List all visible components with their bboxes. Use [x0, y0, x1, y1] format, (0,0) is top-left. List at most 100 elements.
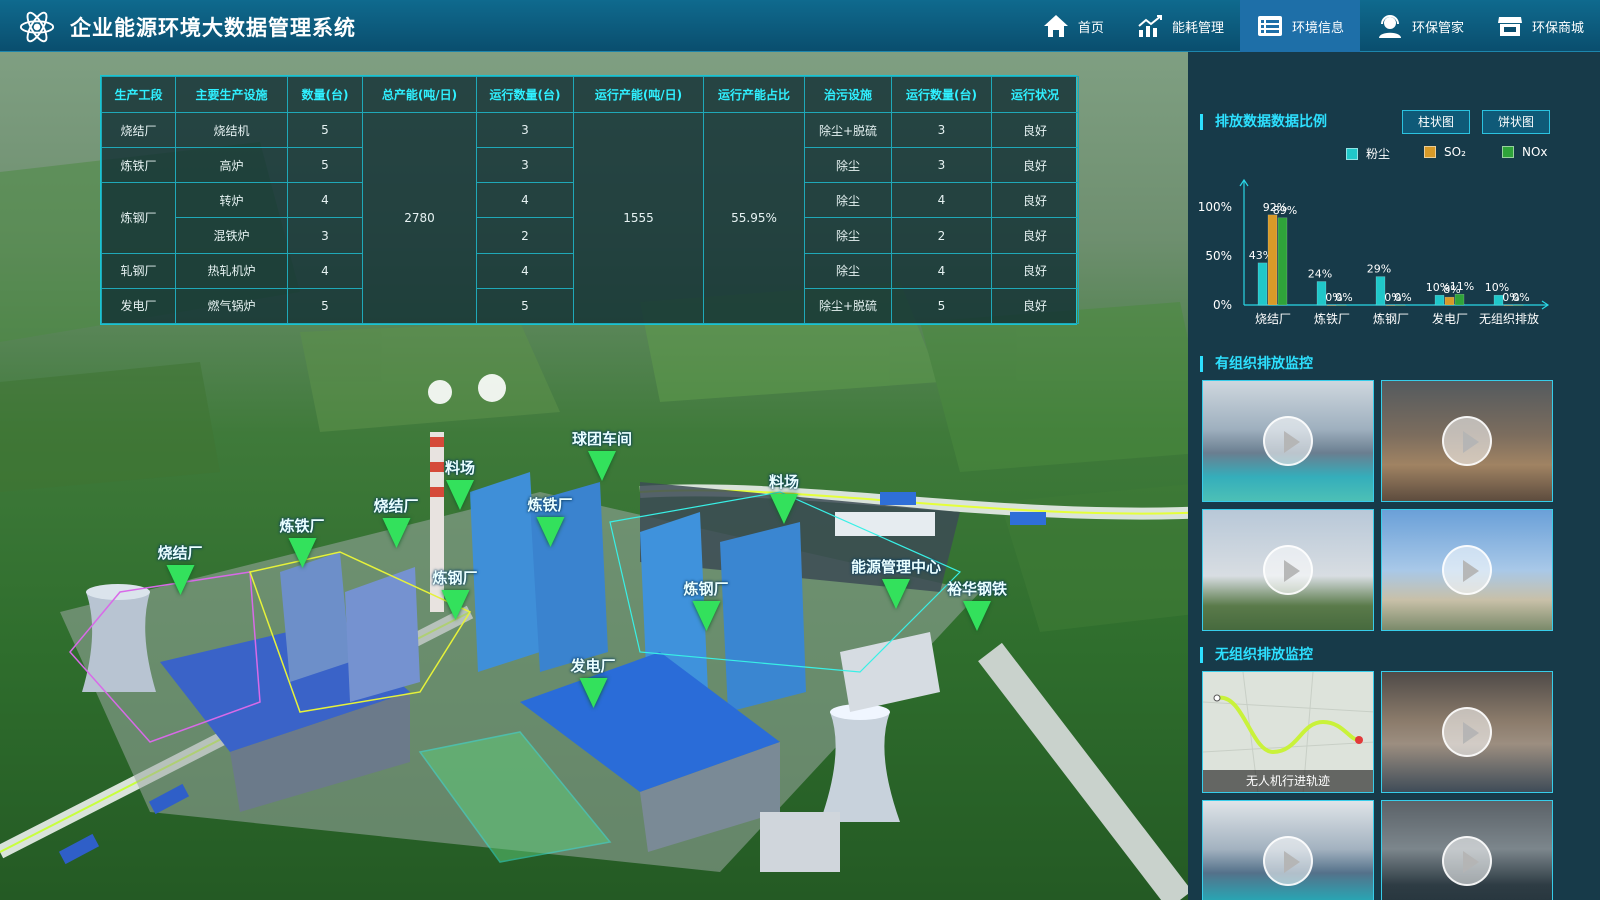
store-icon [1497, 17, 1522, 36]
organized-video-4[interactable] [1381, 509, 1553, 631]
status-cell: 良好 [991, 182, 1079, 219]
location-pin-icon [587, 451, 616, 481]
marker-label: 球团车间 [571, 430, 633, 448]
emission-ratio-title: 排放数据数据比例 [1200, 114, 1327, 130]
app-title: 企业能源环境大数据管理系统 [70, 16, 356, 40]
treat-run-cell: 3 [891, 147, 992, 184]
column-header: 运行数量(台) [891, 76, 992, 113]
play-icon [1263, 545, 1313, 595]
chart-trend-icon [1138, 15, 1162, 37]
nav-steward[interactable]: 环保管家 [1360, 0, 1480, 52]
pie-chart-button[interactable]: 饼状图 [1482, 110, 1550, 134]
play-icon [1263, 416, 1313, 466]
marker-label: 炼铁厂 [527, 496, 573, 514]
organized-video-2[interactable] [1381, 380, 1553, 502]
marker-label: 料场 [768, 473, 800, 491]
bar [1444, 296, 1455, 306]
x-category-label: 烧结厂 [1255, 312, 1291, 326]
run-qty-cell: 3 [476, 111, 574, 149]
treat-run-cell: 2 [891, 217, 992, 254]
table-row: 烧结厂 烧结机 5 2780 3 1555 55.95% 除尘+脱硫 3 良好 [101, 111, 1079, 324]
column-header: 治污设施 [804, 76, 892, 113]
marker-ironworks-1[interactable]: 炼铁厂 [279, 515, 325, 568]
total-capacity-cell: 2780 [362, 112, 477, 324]
qty-cell: 4 [287, 182, 363, 219]
organized-video-1[interactable] [1202, 380, 1374, 502]
bar-chart-button[interactable]: 柱状图 [1402, 110, 1470, 134]
nav-label: 首页 [1077, 20, 1104, 36]
marker-pellet-workshop[interactable]: 球团车间 [572, 428, 632, 481]
marker-stockyard-2[interactable]: 料场 [769, 471, 799, 524]
location-pin-icon [578, 678, 607, 708]
atom-logo-icon [19, 11, 55, 43]
bar-value-label: 0% [1394, 291, 1411, 304]
bar-value-label: 29% [1367, 263, 1391, 276]
run-qty-cell: 5 [476, 287, 574, 325]
unorganized-video-3[interactable] [1381, 800, 1553, 900]
play-icon [1442, 707, 1492, 757]
top-header: 企业能源环境大数据管理系统 首页 能耗管理 环境信息 环保管家 环保商城 [0, 0, 1600, 52]
play-icon [1442, 545, 1492, 595]
nav-energy[interactable]: 能耗管理 [1120, 0, 1240, 52]
facility-cell: 热轧机炉 [175, 252, 288, 289]
nav-home[interactable]: 首页 [1026, 0, 1120, 52]
x-category-label: 发电厂 [1432, 311, 1468, 326]
bar [1257, 262, 1268, 306]
qty-cell: 5 [287, 287, 363, 325]
nav-label: 环境信息 [1291, 20, 1344, 36]
drone-track-map[interactable]: 无人机行进轨迹 [1202, 671, 1374, 793]
bar [1395, 304, 1406, 306]
marker-label: 炼铁厂 [279, 517, 325, 535]
qty-cell: 3 [287, 217, 363, 254]
x-category-label: 无组织排放 [1479, 311, 1539, 326]
unorganized-monitor-title: 无组织排放监控 [1200, 647, 1313, 663]
marker-label: 料场 [444, 459, 476, 477]
status-cell: 良好 [991, 252, 1079, 289]
marker-label: 能源管理中心 [850, 558, 942, 576]
location-pin-icon [287, 538, 316, 568]
treatment-cell: 除尘+脱硫 [804, 111, 892, 149]
unorganized-video-2[interactable] [1202, 800, 1374, 900]
marker-stockyard-1[interactable]: 料场 [445, 457, 475, 510]
marker-sintering-2[interactable]: 烧结厂 [373, 495, 419, 548]
nav-store[interactable]: 环保商城 [1480, 0, 1600, 52]
marker-yuhua-steel[interactable]: 裕华钢铁 [947, 578, 1007, 631]
nav-label: 能耗管理 [1171, 20, 1224, 36]
marker-energy-center[interactable]: 能源管理中心 [851, 556, 941, 609]
marker-label: 炼钢厂 [432, 569, 478, 587]
run-qty-cell: 2 [476, 217, 574, 254]
marker-steelworks-2[interactable]: 炼钢厂 [683, 578, 729, 631]
column-header: 生产工段 [101, 76, 176, 113]
run-qty-cell: 4 [476, 182, 574, 219]
emission-bar-chart: 0%50%100%43%92%89%烧结厂24%0%0%炼铁厂29%0%0%炼钢… [1198, 178, 1550, 326]
bar [1267, 214, 1278, 306]
marker-power-plant[interactable]: 发电厂 [570, 655, 616, 708]
bar-value-label: 89% [1273, 204, 1297, 217]
treatment-cell: 除尘 [804, 147, 892, 184]
nav-environment[interactable]: 环境信息 [1239, 0, 1360, 52]
bar [1503, 304, 1514, 306]
marker-ironworks-2[interactable]: 炼铁厂 [527, 494, 573, 547]
facility-cell: 燃气锅炉 [175, 287, 288, 325]
marker-sintering-1[interactable]: 烧结厂 [157, 542, 203, 595]
location-pin-icon [769, 494, 798, 524]
legend-swatch [1502, 146, 1514, 158]
bar-value-label: 24% [1308, 267, 1332, 280]
status-cell: 良好 [991, 111, 1079, 149]
y-tick-label: 50% [1205, 249, 1232, 263]
play-icon [1442, 836, 1492, 886]
marker-steelworks-1[interactable]: 炼钢厂 [432, 567, 478, 620]
organized-video-3[interactable] [1202, 509, 1374, 631]
bar [1277, 217, 1288, 306]
section-cell: 轧钢厂 [101, 252, 176, 289]
unorganized-video-1[interactable] [1381, 671, 1553, 793]
bar-value-label: 11% [1450, 280, 1474, 293]
legend-label: SO₂ [1444, 145, 1466, 159]
table-header-row: 生产工段 主要生产设施 数量(台) 总产能(吨/日) 运行数量(台) 运行产能(… [101, 76, 1079, 113]
location-pin-icon [445, 480, 474, 510]
qty-cell: 5 [287, 147, 363, 184]
status-cell: 良好 [991, 287, 1079, 325]
nav-label: 环保管家 [1411, 20, 1464, 36]
bar-value-label: 0% [1512, 291, 1529, 304]
location-pin-icon [881, 579, 910, 609]
